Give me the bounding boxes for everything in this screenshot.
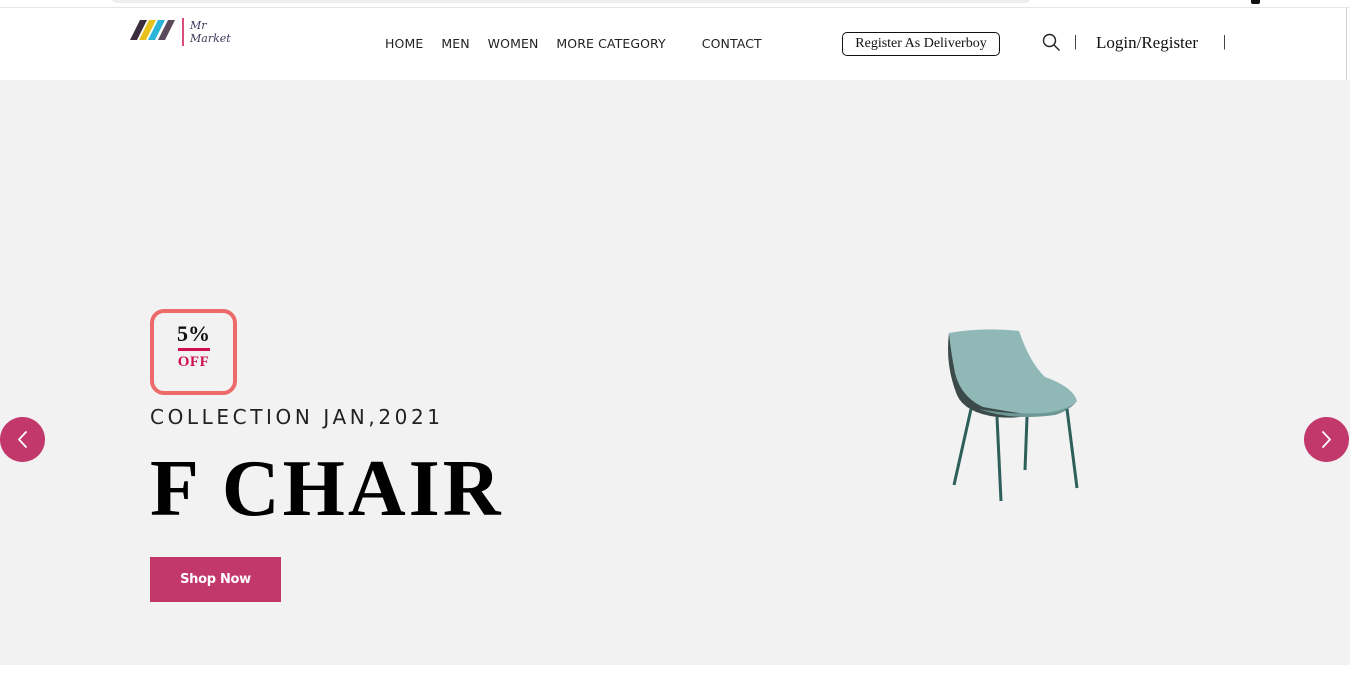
site-header: Mr Market HOME MEN WOMEN MORE CATEGORY C…	[0, 8, 1346, 80]
header-separator: |	[1074, 33, 1078, 50]
browser-top-strip	[0, 0, 1350, 8]
page-bottom-area	[0, 665, 1350, 686]
chevron-right-icon	[1322, 431, 1331, 448]
logo-text-line2: Market	[190, 32, 231, 45]
nav-item-men[interactable]: MEN	[441, 36, 469, 51]
shop-now-button[interactable]: Shop Now	[150, 557, 281, 602]
top-bar-dot	[1251, 0, 1260, 4]
header-separator: |	[1223, 33, 1227, 50]
discount-badge: 5% OFF	[150, 309, 237, 395]
badge-divider	[177, 348, 210, 351]
login-register-link[interactable]: Login/Register	[1096, 33, 1198, 53]
discount-off-label: OFF	[177, 354, 210, 370]
slider-next-button[interactable]	[1304, 417, 1349, 462]
site-logo[interactable]: Mr Market	[130, 18, 240, 54]
discount-percent: 5%	[177, 321, 210, 346]
hero-title: F CHAIR	[150, 445, 504, 533]
logo-wordmark: Mr Market	[190, 19, 231, 45]
nav-item-more-category[interactable]: MORE CATEGORY	[556, 36, 665, 51]
logo-text-line1: Mr	[190, 19, 207, 32]
scrollbar[interactable]	[1346, 8, 1347, 80]
search-icon[interactable]	[1042, 33, 1061, 52]
nav-item-home[interactable]: HOME	[385, 36, 423, 51]
chevron-left-icon	[18, 431, 27, 448]
nav-item-contact[interactable]: CONTACT	[702, 36, 762, 51]
nav-item-women[interactable]: WOMEN	[488, 36, 539, 51]
main-nav: HOME MEN WOMEN MORE CATEGORY CONTACT	[385, 36, 762, 51]
top-bar-pill	[112, 0, 1030, 3]
collection-subtitle: COLLECTION JAN,2021	[150, 405, 444, 429]
hero-slider: 5% OFF COLLECTION JAN,2021 F CHAIR Shop …	[0, 80, 1350, 665]
slider-prev-button[interactable]	[0, 417, 45, 462]
logo-mark-icon	[130, 18, 184, 46]
chair-product-image	[948, 329, 1079, 502]
register-deliveryboy-button[interactable]: Register As Deliverboy	[842, 32, 1000, 56]
